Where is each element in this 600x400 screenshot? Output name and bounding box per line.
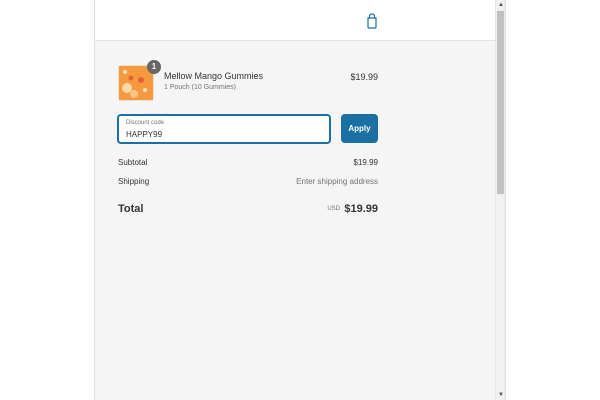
product-variant: 1 Pouch (10 Gummies) xyxy=(164,84,236,91)
product-thumbnail: 1 xyxy=(118,60,161,101)
subtotal-value: $19.99 xyxy=(353,158,378,167)
total-label: Total xyxy=(118,203,144,215)
discount-code-input[interactable] xyxy=(124,128,328,140)
header-bar xyxy=(95,0,496,41)
order-summary: 1 Mellow Mango Gummies 1 Pouch (10 Gummi… xyxy=(95,41,496,400)
scroll-down-arrow-icon[interactable]: ▼ xyxy=(496,390,505,400)
shipping-label: Shipping xyxy=(118,177,150,186)
discount-code-field[interactable]: Discount code xyxy=(117,114,331,144)
quantity-badge: 1 xyxy=(147,60,161,74)
subtotal-label: Subtotal xyxy=(118,158,148,167)
scrollbar-thumb[interactable] xyxy=(497,11,504,194)
total-value: $19.99 xyxy=(344,203,378,215)
vertical-scrollbar[interactable]: ▲ ▼ xyxy=(495,0,505,400)
shipping-value: Enter shipping address xyxy=(296,177,378,186)
scroll-up-arrow-icon[interactable]: ▲ xyxy=(496,0,505,10)
apply-discount-button[interactable]: Apply xyxy=(341,114,378,143)
checkout-frame: 1 Mellow Mango Gummies 1 Pouch (10 Gummi… xyxy=(94,0,506,400)
shopping-bag-icon[interactable] xyxy=(365,13,379,29)
product-name: Mellow Mango Gummies xyxy=(164,71,264,81)
discount-code-label: Discount code xyxy=(126,120,165,126)
product-price: $19.99 xyxy=(350,72,378,82)
total-currency: USD xyxy=(327,206,340,212)
